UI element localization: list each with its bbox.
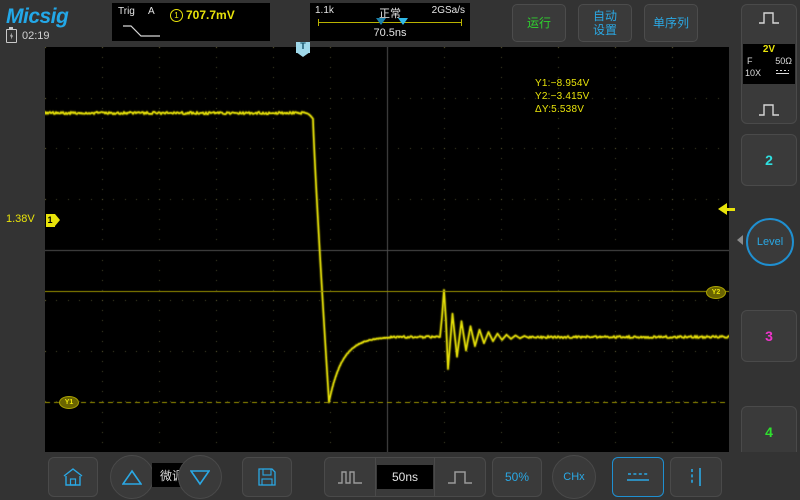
home-icon <box>62 467 84 487</box>
delay-value-label: 70.5ns <box>310 27 470 39</box>
falling-edge-icon <box>122 23 162 39</box>
cursor-measurement-readout: Y1:−8.954V Y2:−3.415V ΔY:5.538V <box>535 77 590 116</box>
autoset-button[interactable]: 自动 设置 <box>578 4 632 42</box>
trigger-position-indicator[interactable]: T <box>296 42 310 57</box>
trigger-level-text: 707.7mV <box>186 8 235 22</box>
cursor-y1-label: Y1 <box>65 399 74 406</box>
right-sidebar: 2V F 50Ω 10X 2 Level 3 4 <box>733 0 800 452</box>
trigger-label: Trig <box>118 6 135 17</box>
channel3-button[interactable]: 3 <box>741 310 797 362</box>
cursor-y1-value: Y1:−8.954V <box>535 77 590 90</box>
cursor-y2-label: Y2 <box>712 289 721 296</box>
trigger-source-label: A <box>148 6 155 17</box>
floppy-save-icon <box>257 467 277 487</box>
oscilloscope-screen: Micsig 02:19 Trig A 1 707.7mV 1.1k 正常 2GS… <box>0 0 800 500</box>
trigger-channel-badge: 1 <box>170 9 183 22</box>
channel1-settings-readout[interactable]: 2V F 50Ω 10X <box>743 44 795 84</box>
run-button-label: 运行 <box>527 16 551 30</box>
timebase-decrease-button[interactable] <box>325 458 375 496</box>
single-sequence-label: 单序列 <box>653 16 689 30</box>
channel-select-button[interactable]: CHx <box>552 455 596 499</box>
chx-label: CHx <box>563 471 584 483</box>
timebase-track <box>318 22 462 23</box>
status-clock-group: 02:19 <box>6 29 50 43</box>
autoset-label-line2: 设置 <box>593 23 617 37</box>
timebase-increase-button[interactable] <box>435 458 485 496</box>
brand-logo: Micsig <box>6 5 68 29</box>
timebase-control-group: 50ns <box>324 457 486 497</box>
triangle-down-icon <box>190 468 210 486</box>
waveform-display-area[interactable] <box>45 47 729 452</box>
pulse-up-icon <box>758 11 780 25</box>
triangle-up-icon <box>122 468 142 486</box>
channel1-probe-ratio: 10X <box>745 68 761 78</box>
channel1-offset-label: 1.38V <box>6 213 35 225</box>
increase-button[interactable] <box>110 455 154 499</box>
channel3-label: 3 <box>765 328 773 344</box>
vertical-cursor-button[interactable] <box>670 457 722 497</box>
vertical-cursor-icon <box>682 467 710 487</box>
channel1-button[interactable]: 2V F 50Ω 10X <box>741 4 797 124</box>
single-sequence-button[interactable]: 单序列 <box>644 4 698 42</box>
trigger-position-marker-icon[interactable] <box>398 18 408 25</box>
sample-rate-label: 2GSa/s <box>432 5 465 16</box>
horizontal-cursor-icon <box>624 468 652 486</box>
trigger-level-arrow-icon[interactable] <box>718 203 727 215</box>
channel1-impedance: 50Ω <box>775 56 792 66</box>
fifty-percent-button[interactable]: 50% <box>492 457 542 497</box>
timebase-info-panel[interactable]: 1.1k 正常 2GSa/s 70.5ns <box>310 3 470 41</box>
bottom-toolbar: 微调 50ns 50% CHx <box>0 452 800 500</box>
channel1-filter-flag: F <box>747 56 753 66</box>
channel1-ground-marker[interactable]: 1 <box>46 214 60 227</box>
channel1-volts-div: 2V <box>743 44 795 55</box>
channel4-label: 4 <box>765 424 773 440</box>
clock-label: 02:19 <box>22 30 50 42</box>
dc-coupling-icon <box>776 70 789 77</box>
fifty-percent-label: 50% <box>505 470 529 484</box>
save-button[interactable] <box>242 457 292 497</box>
wide-pulse-icon <box>447 469 473 485</box>
battery-charging-icon <box>6 29 17 43</box>
channel4-button[interactable]: 4 <box>741 406 797 458</box>
trigger-level-value: 1 707.7mV <box>170 8 235 22</box>
narrow-pulse-icon <box>337 469 363 485</box>
cursor-delta-y-value: ΔY:5.538V <box>535 103 590 116</box>
cursor-lines[interactable] <box>45 47 729 452</box>
decrease-button[interactable] <box>178 455 222 499</box>
pulse-up-icon-bottom <box>758 103 780 117</box>
level-pointer-icon <box>737 235 743 245</box>
trigger-position-letter: T <box>296 41 310 51</box>
timebase-value-display[interactable]: 50ns <box>377 465 433 489</box>
channel2-label: 2 <box>765 152 773 168</box>
trigger-info-panel[interactable]: Trig A 1 707.7mV <box>112 3 270 41</box>
channel2-button[interactable]: 2 <box>741 134 797 186</box>
trigger-level-knob[interactable]: Level <box>746 218 794 266</box>
cursor-y2-value: Y2:−3.415V <box>535 90 590 103</box>
horizontal-cursor-button[interactable] <box>612 457 664 497</box>
channel1-marker-label: 1 <box>48 214 53 227</box>
autoset-label-line1: 自动 <box>593 9 617 23</box>
run-button[interactable]: 运行 <box>512 4 566 42</box>
top-bar: Micsig 02:19 Trig A 1 707.7mV 1.1k 正常 2GS… <box>0 0 800 44</box>
memory-window-marker-icon[interactable] <box>376 18 386 25</box>
level-knob-label: Level <box>757 236 783 248</box>
cursor-y1-handle[interactable]: Y1 <box>59 396 79 409</box>
home-button[interactable] <box>48 457 98 497</box>
cursor-y2-handle[interactable]: Y2 <box>706 286 726 299</box>
timebase-value-label: 50ns <box>392 470 418 484</box>
